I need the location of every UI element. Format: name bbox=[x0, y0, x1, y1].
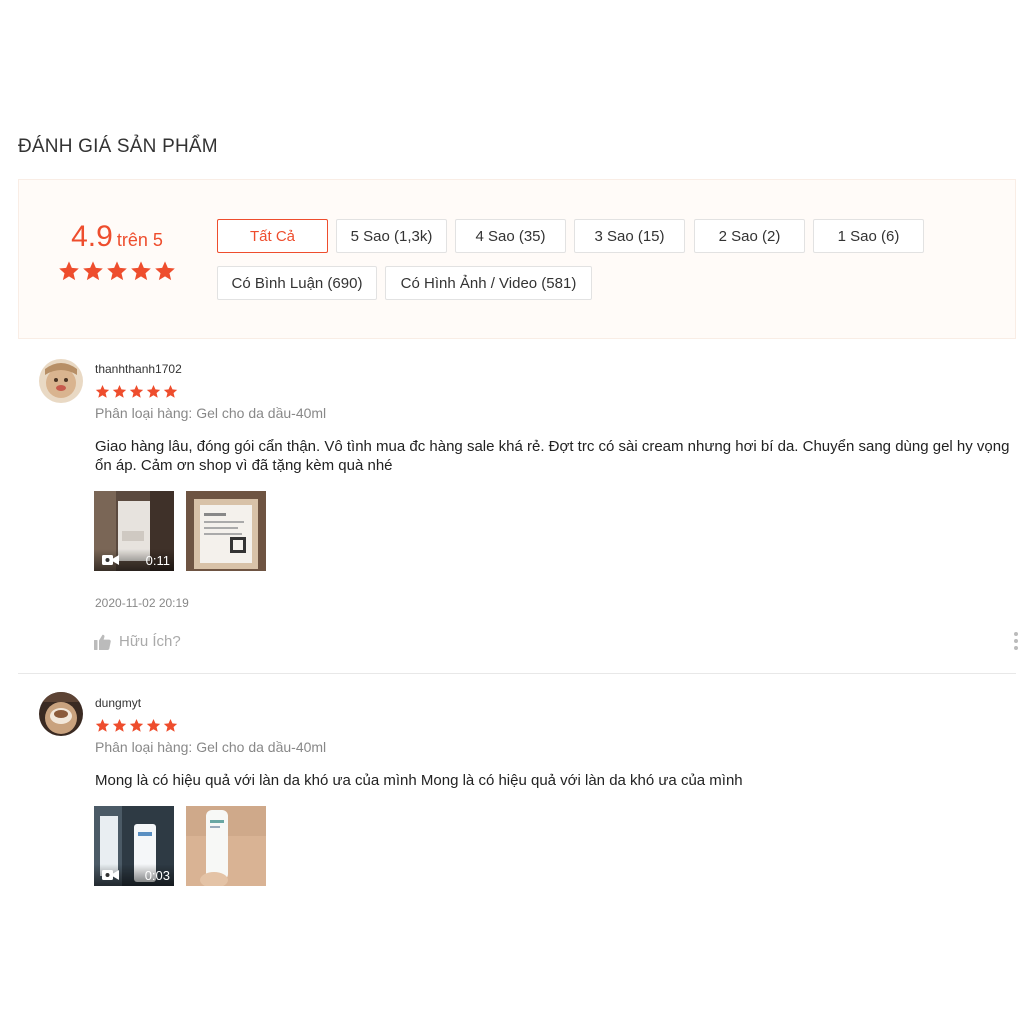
review-divider bbox=[18, 673, 1016, 674]
avatar[interactable] bbox=[39, 692, 83, 736]
review-video-thumbnail[interactable]: 0:03 bbox=[94, 806, 174, 886]
helpful-button[interactable]: Hữu Ích? bbox=[94, 633, 181, 650]
review-date: 2020-11-02 20:19 bbox=[95, 596, 189, 610]
star-icon bbox=[106, 260, 128, 282]
thumbs-up-icon bbox=[94, 634, 111, 650]
filter-3-star[interactable]: 3 Sao (15) bbox=[574, 219, 685, 253]
avatar-image bbox=[39, 692, 83, 736]
review-variant: Phân loại hàng: Gel cho da dầu-40ml bbox=[95, 405, 327, 421]
more-vertical-icon bbox=[1014, 632, 1018, 650]
review-comment: Giao hàng lâu, đóng gói cẩn thận. Vô tìn… bbox=[95, 438, 1010, 474]
star-icon bbox=[163, 718, 178, 733]
review-variant: Phân loại hàng: Gel cho da dầu-40ml bbox=[95, 739, 327, 755]
rating-summary: 4.9 trên 5 Tất Cả 5 Sao (1,3k) 4 Sao (35)… bbox=[18, 179, 1016, 339]
video-duration: 0:11 bbox=[145, 552, 170, 568]
review-image-thumbnail[interactable] bbox=[186, 806, 266, 886]
video-overlay: 0:03 bbox=[94, 864, 174, 886]
video-camera-icon bbox=[102, 870, 119, 880]
more-options-button[interactable] bbox=[1012, 631, 1020, 651]
video-duration: 0:03 bbox=[144, 867, 170, 883]
star-icon bbox=[146, 384, 161, 399]
filter-4-star[interactable]: 4 Sao (35) bbox=[455, 219, 566, 253]
filter-with-comments[interactable]: Có Bình Luận (690) bbox=[217, 266, 377, 300]
star-icon bbox=[146, 718, 161, 733]
star-icon bbox=[129, 718, 144, 733]
star-icon bbox=[95, 384, 110, 399]
review-stars bbox=[95, 384, 178, 399]
review-image-thumbnail[interactable] bbox=[186, 491, 266, 571]
star-icon bbox=[112, 718, 127, 733]
filter-1-star[interactable]: 1 Sao (6) bbox=[813, 219, 924, 253]
review-photo bbox=[186, 491, 266, 571]
review-photo bbox=[186, 806, 266, 886]
star-icon bbox=[112, 384, 127, 399]
filter-all[interactable]: Tất Cả bbox=[217, 219, 328, 253]
rating-score-suffix: trên 5 bbox=[116, 230, 163, 250]
filter-with-media[interactable]: Có Hình Ảnh / Video (581) bbox=[385, 266, 592, 300]
video-camera-icon bbox=[102, 555, 119, 565]
filter-5-star[interactable]: 5 Sao (1,3k) bbox=[336, 219, 447, 253]
review-username[interactable]: thanhthanh1702 bbox=[95, 362, 182, 376]
rating-stars bbox=[57, 260, 177, 282]
star-icon bbox=[129, 384, 144, 399]
star-icon bbox=[130, 260, 152, 282]
average-rating: 4.9 trên 5 bbox=[57, 220, 177, 282]
star-icon bbox=[154, 260, 176, 282]
star-icon bbox=[58, 260, 80, 282]
star-icon bbox=[95, 718, 110, 733]
avatar-image bbox=[39, 359, 83, 403]
review-video-thumbnail[interactable]: 0:11 bbox=[94, 491, 174, 571]
review-stars bbox=[95, 718, 178, 733]
star-icon bbox=[82, 260, 104, 282]
video-overlay: 0:11 bbox=[94, 549, 174, 571]
review-comment: Mong là có hiệu quả với làn da khó ưa củ… bbox=[95, 772, 743, 789]
page-title: ĐÁNH GIÁ SẢN PHẨM bbox=[18, 136, 218, 157]
rating-score: 4.9 bbox=[71, 220, 113, 253]
avatar[interactable] bbox=[39, 359, 83, 403]
review-username[interactable]: dungmyt bbox=[95, 696, 141, 710]
helpful-label: Hữu Ích? bbox=[119, 633, 181, 650]
filter-2-star[interactable]: 2 Sao (2) bbox=[694, 219, 805, 253]
star-icon bbox=[163, 384, 178, 399]
